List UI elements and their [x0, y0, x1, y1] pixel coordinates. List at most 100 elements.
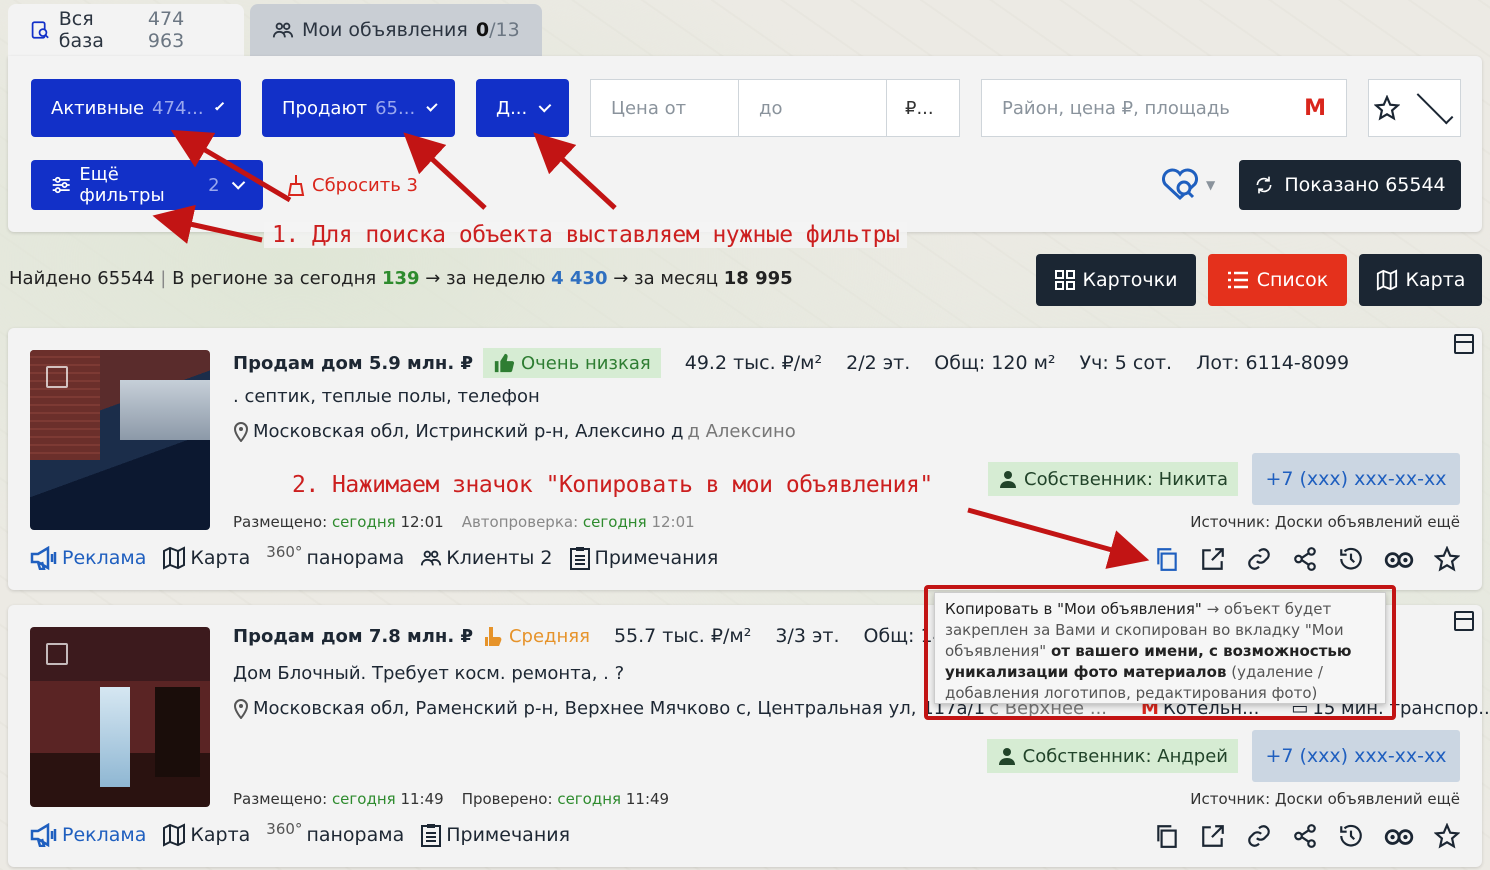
owner-badge[interactable]: Собственник: Андрей — [986, 739, 1238, 773]
chevron-down-icon — [1416, 87, 1453, 124]
currency-select[interactable]: ₽... — [887, 98, 952, 119]
month-count: 18 995 — [723, 268, 793, 289]
reset-filters-button[interactable]: Сбросить 3 — [288, 174, 418, 196]
listing-toolbar — [1154, 823, 1460, 849]
check-day: сегодня — [582, 513, 647, 531]
listing-address: Московская обл, Истринский р-н, Алексино… — [233, 421, 796, 442]
more-filters-count: 2 — [208, 174, 220, 196]
star-icon[interactable] — [1434, 546, 1460, 572]
tab-all-base[interactable]: Вся база 474 963 — [8, 4, 244, 56]
map-link[interactable]: Карта — [162, 823, 250, 847]
listing-photo[interactable] — [30, 627, 210, 807]
view-list-button[interactable]: Список — [1208, 254, 1347, 306]
notes-link[interactable]: Примечания — [420, 823, 570, 847]
view-cards-button[interactable]: Карточки — [1036, 254, 1196, 306]
grid-icon — [1054, 270, 1075, 290]
price-per-m2: 55.7 тыс. ₽/м² — [613, 625, 752, 647]
show-results-button[interactable]: Показано 65544 — [1239, 160, 1461, 210]
notes-label: Примечания — [446, 824, 571, 846]
notes-link[interactable]: Примечания — [569, 546, 718, 570]
panorama-label: панорама — [306, 824, 405, 846]
phone-button[interactable]: +7 (xxx) xxx-xx-xx — [1252, 730, 1460, 782]
rating-label: Средняя — [508, 625, 590, 647]
search-database-icon — [31, 21, 49, 39]
listing-photo[interactable] — [30, 350, 210, 530]
link-icon[interactable] — [1246, 823, 1272, 849]
watch-icon[interactable] — [1384, 823, 1414, 849]
show-results-label: Показано 65544 — [1284, 174, 1446, 196]
results-summary: Найдено 65544 | В регионе за сегодня 139… — [9, 268, 793, 289]
ad-link[interactable]: Реклама — [30, 546, 146, 570]
star-icon[interactable] — [1434, 823, 1460, 849]
location-pin-icon — [233, 698, 249, 719]
listing-source[interactable]: Источник: Доски объявлений ещё — [1190, 790, 1460, 808]
map-icon — [163, 546, 186, 570]
map-label: Карта — [190, 547, 251, 569]
phone-button[interactable]: +7 (xxx) xxx-xx-xx — [1252, 453, 1460, 505]
posted-day: сегодня — [331, 513, 396, 531]
ad-link[interactable]: Реклама — [30, 823, 146, 847]
link-icon[interactable] — [1246, 546, 1272, 572]
collapse-icon[interactable] — [1454, 334, 1474, 354]
copy-to-my-listings-icon[interactable] — [1154, 546, 1180, 572]
megaphone-icon — [30, 546, 57, 570]
location-search[interactable]: Район, цена ₽, площадь М — [981, 79, 1347, 137]
share-icon[interactable] — [1292, 546, 1318, 572]
map-link[interactable]: Карта — [162, 546, 250, 570]
history-icon[interactable] — [1338, 546, 1364, 572]
address-text: Московская обл, Истринский р-н, Алексино… — [253, 421, 684, 442]
type-filter[interactable]: Д... — [476, 79, 569, 137]
open-external-icon[interactable] — [1200, 823, 1226, 849]
collapse-icon[interactable] — [1454, 611, 1474, 631]
deal-label: Продают — [282, 97, 368, 119]
select-checkbox[interactable] — [46, 643, 68, 665]
metro-icon[interactable]: М — [1284, 96, 1346, 121]
check-time: 11:49 — [625, 790, 670, 808]
panorama-link[interactable]: 360° панорама — [266, 543, 404, 569]
location-input[interactable]: Район, цена ₽, площадь — [982, 98, 1250, 119]
open-external-icon[interactable] — [1200, 546, 1226, 572]
panorama-360-icon: 360° — [266, 820, 303, 838]
location-pin-icon — [233, 421, 249, 442]
favorites-dropdown[interactable] — [1368, 79, 1461, 137]
tab-all-label: Вся база — [58, 8, 104, 52]
tab-my-listings[interactable]: Мои объявления 0/13 — [250, 4, 542, 56]
listing-description: Дом Блочный. Требует косм. ремонта, . ? — [233, 663, 625, 684]
status-filter[interactable]: Активные 474... — [31, 79, 241, 137]
view-map-button[interactable]: Карта — [1359, 254, 1482, 306]
list-icon — [1227, 271, 1248, 289]
clients-link[interactable]: Клиенты 2 — [420, 547, 553, 569]
saved-search-dropdown[interactable]: ▼ — [1160, 168, 1215, 202]
price-per-m2: 49.2 тыс. ₽/м² — [684, 352, 823, 374]
address-text: Московская обл, Раменский р-н, Верхнее М… — [253, 698, 986, 719]
more-filters-label: Ещё фильтры — [79, 164, 165, 206]
thumbs-up-icon — [494, 353, 515, 373]
posted-label: Размещено: — [233, 790, 328, 808]
price-to-input[interactable]: до — [739, 80, 887, 136]
deal-filter[interactable]: Продают 65... — [262, 79, 455, 137]
sliders-icon — [52, 176, 70, 194]
listing-source[interactable]: Источник: Доски объявлений ещё — [1190, 513, 1460, 531]
history-icon[interactable] — [1338, 823, 1364, 849]
select-checkbox[interactable] — [46, 366, 68, 388]
users-icon — [272, 22, 294, 38]
posted-info: Размещено: сегодня 12:01 — [233, 513, 444, 531]
panorama-link[interactable]: 360° панорама — [266, 820, 405, 846]
found-count: Найдено 65544 — [9, 268, 155, 289]
listing-title[interactable]: Продам дом 5.9 млн. ₽ — [233, 353, 473, 374]
photo-sky — [120, 380, 210, 440]
chevron-down-icon — [426, 99, 438, 112]
owner-badge[interactable]: Собственник: Никита — [988, 462, 1238, 496]
status-count: 474... — [152, 97, 204, 119]
price-from-input[interactable]: Цена от — [591, 80, 739, 136]
listing-title[interactable]: Продам дом 7.8 млн. ₽ — [233, 626, 473, 647]
annotation-step-2: 2. Нажимаем значок "Копировать в мои объ… — [292, 472, 933, 498]
view-list-label: Список — [1256, 269, 1329, 291]
more-filters-button[interactable]: Ещё фильтры 2 — [31, 160, 263, 210]
tab-all-count: 474 963 — [147, 8, 185, 52]
share-icon[interactable] — [1292, 823, 1318, 849]
check-info: Автопроверка: сегодня 12:01 — [462, 513, 695, 531]
watch-icon[interactable] — [1384, 546, 1414, 572]
view-cards-label: Карточки — [1082, 269, 1178, 291]
copy-to-my-listings-icon[interactable] — [1154, 823, 1180, 849]
